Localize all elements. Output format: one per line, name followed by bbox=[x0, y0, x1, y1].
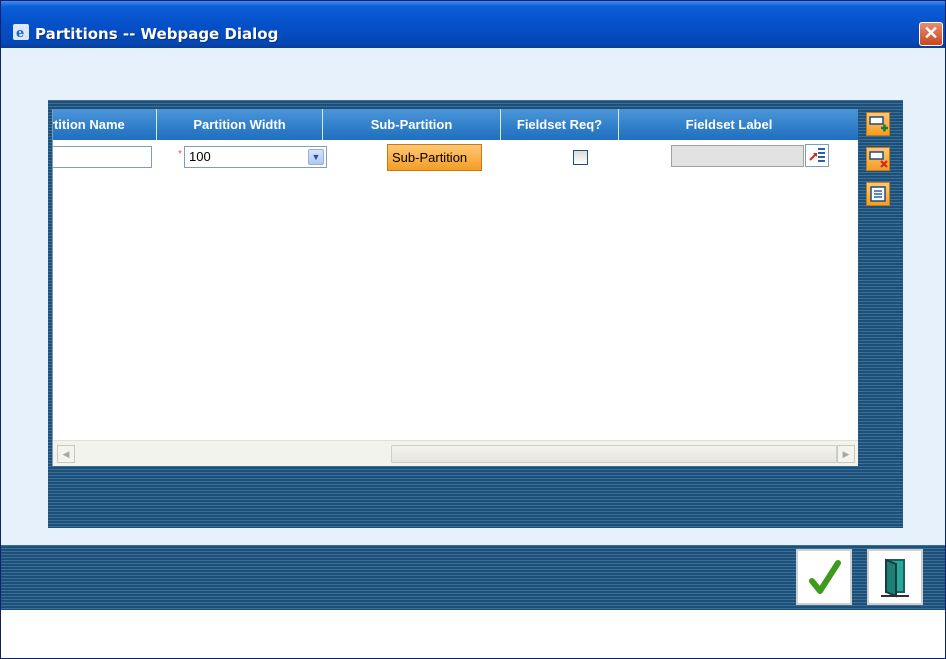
delete-row-button[interactable] bbox=[866, 147, 890, 171]
exit-button[interactable] bbox=[867, 549, 923, 605]
col-header-fieldset-req[interactable]: Fieldset Req? bbox=[501, 109, 619, 140]
delete-row-icon bbox=[869, 151, 888, 168]
partitions-grid-frame: Partition Name Partition Width Sub-Parti… bbox=[48, 100, 903, 528]
fieldset-required-checkbox[interactable] bbox=[573, 150, 588, 165]
ok-button[interactable] bbox=[796, 549, 852, 605]
dialog-footer bbox=[1, 545, 945, 610]
window-title: Partitions -- Webpage Dialog bbox=[35, 25, 279, 43]
add-row-icon bbox=[869, 116, 888, 132]
partition-width-value: 100 bbox=[189, 149, 211, 164]
horizontal-scrollbar[interactable]: ◀ ▶ bbox=[53, 440, 858, 466]
required-marker: * bbox=[178, 149, 182, 160]
col-header-sub-partition[interactable]: Sub-Partition bbox=[323, 109, 501, 140]
partition-width-select[interactable]: 100 ▼ bbox=[184, 146, 327, 168]
checkmark-icon bbox=[809, 560, 841, 594]
list-view-button[interactable] bbox=[866, 182, 890, 206]
status-area bbox=[1, 610, 945, 658]
col-header-partition-width[interactable]: Partition Width bbox=[157, 109, 323, 140]
scroll-right-button[interactable]: ▶ bbox=[837, 445, 855, 463]
title-bar[interactable]: e Partitions -- Webpage Dialog ✕ bbox=[1, 1, 945, 48]
partition-name-input[interactable] bbox=[53, 146, 152, 168]
sub-partition-button[interactable]: Sub-Partition bbox=[387, 144, 482, 171]
fieldset-label-input[interactable] bbox=[671, 145, 804, 167]
col-header-fieldset-label[interactable]: Fieldset Label bbox=[619, 109, 839, 140]
chevron-down-icon[interactable]: ▼ bbox=[308, 149, 324, 165]
ie-icon: e bbox=[13, 24, 29, 40]
list-view-icon bbox=[870, 186, 886, 202]
add-row-button[interactable] bbox=[866, 112, 890, 136]
fieldset-label-picker-button[interactable] bbox=[805, 144, 829, 167]
exit-door-icon bbox=[881, 558, 909, 598]
scrollbar-thumb[interactable] bbox=[391, 445, 837, 463]
table-row: * 100 ▼ Sub-Partition bbox=[53, 140, 858, 176]
scroll-left-button[interactable]: ◀ bbox=[57, 445, 75, 463]
grid-header: Partition Name Partition Width Sub-Parti… bbox=[53, 109, 858, 140]
col-header-partition-name[interactable]: Partition Name bbox=[53, 109, 157, 140]
partitions-grid: Partition Name Partition Width Sub-Parti… bbox=[52, 109, 858, 466]
label-picker-icon bbox=[809, 148, 825, 162]
dialog-window: e Partitions -- Webpage Dialog ✕ Partiti… bbox=[0, 0, 946, 659]
dialog-body: Partition Name Partition Width Sub-Parti… bbox=[1, 48, 945, 546]
close-button[interactable]: ✕ bbox=[919, 22, 943, 46]
svg-text:e: e bbox=[16, 26, 24, 40]
